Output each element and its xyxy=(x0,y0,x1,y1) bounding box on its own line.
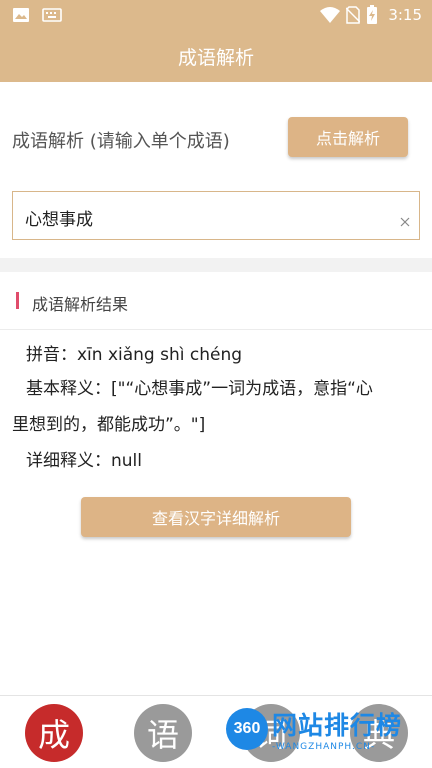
nav-item-yu[interactable]: 语 xyxy=(134,704,192,762)
idiom-input[interactable]: 心想事成 xyxy=(12,191,420,240)
basic-meaning-text: 基本释义：["“心想事成”一词为成语，意指“心 xyxy=(26,379,373,399)
watermark: 360 网站排行榜 -WANGZHANPH.CN- xyxy=(226,706,402,752)
idiom-input-value: 心想事成 xyxy=(25,210,93,230)
section-accent-bar xyxy=(16,292,19,309)
image-icon xyxy=(13,8,29,22)
keyboard-icon xyxy=(42,8,62,22)
wifi-icon xyxy=(320,7,341,23)
clear-icon[interactable] xyxy=(399,216,411,228)
basic-meaning-text-cont: 里想到的，都能成功”。"] xyxy=(12,415,206,435)
no-sim-icon xyxy=(346,6,361,24)
result-section-title: 成语解析结果 xyxy=(32,295,129,314)
page-title: 成语解析 xyxy=(177,46,254,69)
view-char-detail-button[interactable]: 查看汉字详细解析 xyxy=(81,497,351,537)
result-section-header: 成语解析结果 xyxy=(0,272,432,330)
status-right-icons: 3:15 xyxy=(320,5,422,25)
watermark-logo: 360 xyxy=(226,708,268,750)
parse-button[interactable]: 点击解析 xyxy=(288,117,408,157)
battery-charging-icon xyxy=(367,5,378,24)
pinyin-text: 拼音：xīn xiǎng shì chéng xyxy=(26,345,243,365)
section-divider xyxy=(0,258,432,272)
status-bar: 3:15 xyxy=(0,0,432,30)
watermark-subtext: -WANGZHANPH.CN- xyxy=(272,742,376,752)
watermark-text: 网站排行榜 xyxy=(272,711,403,740)
app-bar: 成语解析 xyxy=(0,30,432,82)
status-time: 3:15 xyxy=(388,6,422,24)
nav-item-cheng[interactable]: 成 xyxy=(25,704,83,762)
detail-meaning-text: 详细释义：null xyxy=(26,451,142,471)
input-label: 成语解析 (请输入单个成语) xyxy=(12,131,230,152)
status-left-icons xyxy=(12,7,62,23)
